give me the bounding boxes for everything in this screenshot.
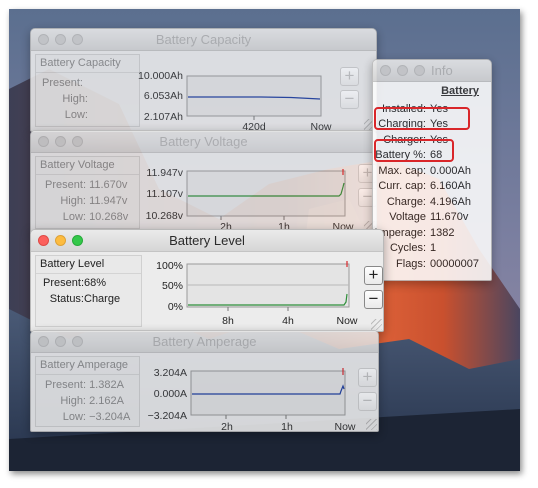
- battery-voltage-window[interactable]: Battery Voltage Battery Voltage Present:…: [30, 130, 377, 234]
- x-tick-now: Now: [336, 315, 357, 327]
- y-tick-bottom: 0%: [168, 301, 183, 313]
- minimize-button[interactable]: [397, 65, 408, 76]
- battery-percent-highlight-box: [374, 139, 454, 162]
- graph-area: [190, 370, 346, 416]
- zoom-in-button[interactable]: +: [364, 266, 383, 285]
- y-tick-mid: 0.000A: [154, 388, 187, 400]
- voltage-graph: 11.947v 11.107v 10.268v 2h 1h Now: [146, 167, 354, 233]
- y-tick-top: 10.000Ah: [138, 70, 183, 82]
- info-window[interactable]: Info Battery Installed: Yes Charging: Yes …: [372, 59, 492, 281]
- battery-amperage-window[interactable]: Battery Amperage Battery Amperage Presen…: [30, 330, 379, 432]
- graph-area: [186, 170, 346, 217]
- x-tick-2: 4h: [282, 315, 294, 327]
- amperage-graph: 3.204A 0.000A −3.204A 2h 1h Now: [148, 367, 356, 431]
- zoom-in-button[interactable]: +: [340, 67, 359, 86]
- graph-area: [186, 75, 322, 117]
- y-tick-top: 100%: [156, 260, 183, 272]
- resize-grip[interactable]: [371, 319, 382, 330]
- close-button[interactable]: [380, 65, 391, 76]
- info-heading: Battery: [441, 85, 479, 97]
- y-tick-bottom: −3.204A: [148, 410, 187, 422]
- y-tick-top: 3.204A: [154, 367, 187, 379]
- x-tick-now: Now: [334, 421, 355, 431]
- y-tick-bottom: 10.268v: [146, 210, 184, 222]
- screenshot: Battery Capacity Battery Capacity Presen…: [9, 9, 520, 471]
- level-graph: 100% 50% 0% 8h 4h Now: [156, 260, 358, 327]
- battery-capacity-window[interactable]: Battery Capacity Battery Capacity Presen…: [30, 28, 377, 132]
- zoom-out-button[interactable]: −: [358, 392, 377, 411]
- capacity-graph: 10.000Ah 6.053Ah 2.107Ah 420d Now: [138, 70, 332, 131]
- x-tick-2: 1h: [281, 421, 293, 431]
- y-tick-mid: 6.053Ah: [144, 90, 183, 102]
- zoom-out-button[interactable]: −: [364, 290, 383, 309]
- window-title: Info: [431, 63, 453, 78]
- zoom-out-button[interactable]: −: [340, 90, 359, 109]
- zoom-button[interactable]: [414, 65, 425, 76]
- battery-level-window[interactable]: Battery Level Battery Level Present:68% …: [30, 229, 384, 332]
- x-tick-1: 8h: [222, 315, 234, 327]
- charging-highlight-box: [374, 107, 470, 130]
- y-tick-mid: 50%: [162, 280, 183, 292]
- title-bar[interactable]: Info: [373, 60, 491, 82]
- resize-grip[interactable]: [366, 419, 377, 430]
- zoom-in-button[interactable]: +: [358, 368, 377, 387]
- y-tick-mid: 11.107v: [146, 188, 183, 200]
- x-tick-1: 2h: [221, 421, 233, 431]
- y-tick-top: 11.947v: [146, 167, 183, 179]
- y-tick-bottom: 2.107Ah: [144, 111, 183, 123]
